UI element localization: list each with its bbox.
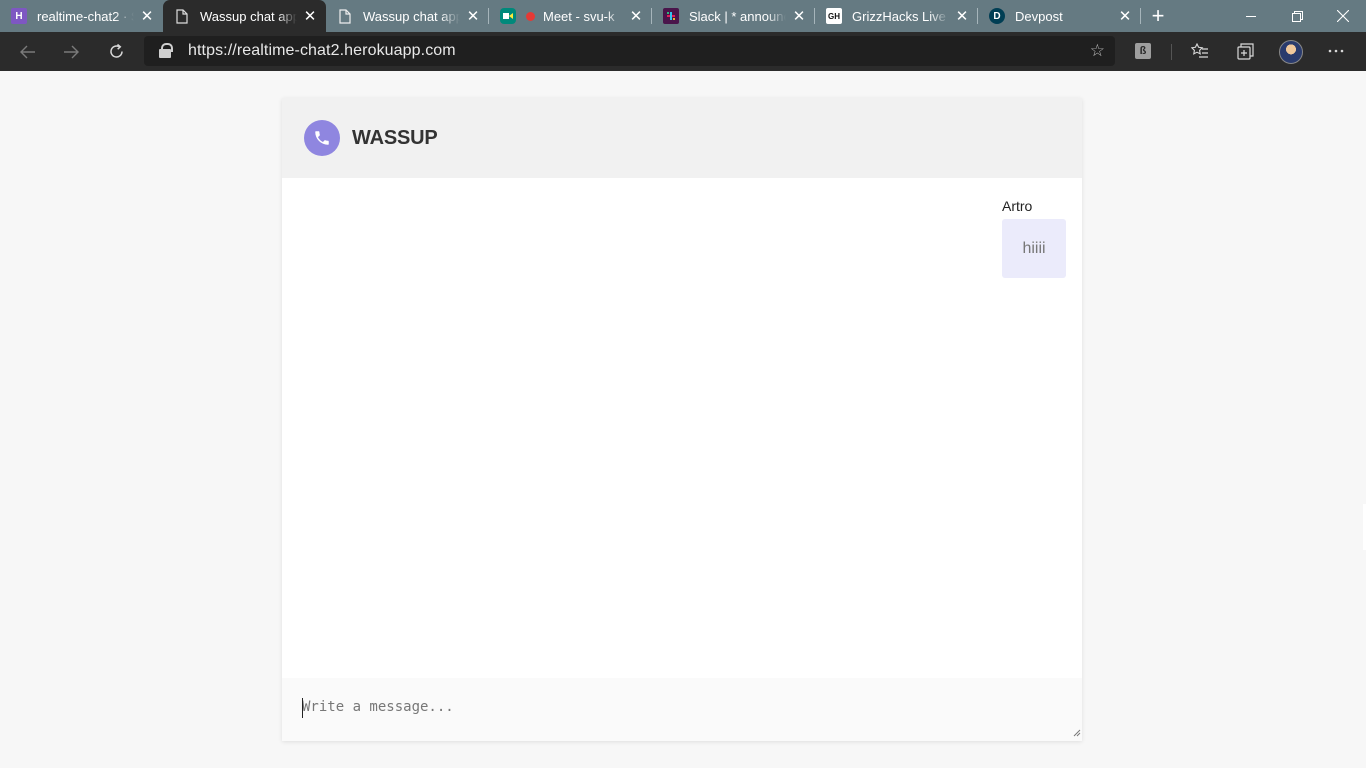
tab-title: Devpost	[1015, 8, 1063, 24]
address-bar[interactable]: https://realtime-chat2.herokuapp.com ☆	[144, 36, 1115, 66]
chat-window: WASSUP Artro hiiii	[282, 98, 1082, 741]
message-input[interactable]	[282, 678, 1082, 741]
message-item: Artro hiiii	[1002, 198, 1066, 278]
tab-title: Wassup chat app	[200, 8, 297, 24]
grizzhacks-icon: GH	[826, 8, 842, 24]
restore-icon[interactable]	[1274, 0, 1320, 32]
avatar	[1279, 40, 1303, 64]
close-window-icon[interactable]	[1320, 0, 1366, 32]
more-menu-icon[interactable]	[1325, 40, 1347, 62]
devpost-icon: D	[989, 8, 1005, 24]
back-icon[interactable]	[6, 32, 50, 71]
close-icon[interactable]: ✕	[786, 3, 812, 29]
close-icon[interactable]: ✕	[1112, 3, 1138, 29]
tab-title: Meet - svu-k	[543, 8, 615, 24]
text-caret	[302, 698, 303, 718]
tab-title: Slack | * announce	[689, 8, 786, 24]
tab-wassup-chat-active[interactable]: Wassup chat app ✕	[163, 0, 326, 32]
message-author: Artro	[1002, 198, 1033, 214]
lock-icon[interactable]	[158, 43, 174, 59]
close-icon[interactable]: ✕	[460, 3, 486, 29]
forward-icon[interactable]	[49, 32, 93, 71]
close-icon[interactable]: ✕	[134, 3, 160, 29]
message-list: Artro hiiii	[282, 178, 1082, 678]
tab-strip: H realtime-chat2 · Se ✕ Wassup chat app …	[0, 0, 1366, 32]
meet-icon	[500, 8, 516, 24]
phone-icon	[304, 120, 340, 156]
tab-grizzhacks[interactable]: GH GrizzHacks Live ✕	[815, 0, 978, 32]
page-viewport: WASSUP Artro hiiii	[0, 71, 1366, 768]
tab-wassup-chat[interactable]: Wassup chat app ✕	[326, 0, 489, 32]
favorite-star-icon[interactable]: ☆	[1090, 41, 1105, 61]
close-icon[interactable]: ✕	[623, 3, 649, 29]
refresh-icon[interactable]	[94, 32, 138, 71]
profile-avatar[interactable]	[1278, 39, 1304, 65]
app-title: WASSUP	[352, 126, 438, 149]
page-icon	[337, 8, 353, 24]
chat-header: WASSUP	[282, 98, 1082, 178]
recording-icon	[526, 11, 535, 21]
slack-icon	[663, 8, 679, 24]
resize-grip-icon[interactable]	[1072, 728, 1081, 737]
collections-icon[interactable]	[1234, 40, 1256, 62]
tab-devpost[interactable]: D Devpost ✕	[978, 0, 1141, 32]
close-icon[interactable]: ✕	[949, 3, 975, 29]
tab-title: GrizzHacks Live	[852, 8, 946, 24]
window-controls	[1228, 0, 1366, 32]
browser-toolbar: https://realtime-chat2.herokuapp.com ☆ ß	[0, 32, 1366, 71]
page-icon	[174, 8, 190, 24]
message-bubble: hiiii	[1002, 219, 1066, 278]
new-tab-button[interactable]: +	[1141, 0, 1175, 32]
favorites-icon[interactable]	[1189, 40, 1211, 62]
extension-icon[interactable]: ß	[1132, 40, 1154, 62]
minimize-icon[interactable]	[1228, 0, 1274, 32]
tab-title: realtime-chat2 · Se	[37, 8, 134, 24]
heroku-icon: H	[11, 8, 27, 24]
close-icon[interactable]: ✕	[297, 3, 323, 29]
tab-realtime-chat2[interactable]: H realtime-chat2 · Se ✕	[0, 0, 163, 32]
tab-meet[interactable]: Meet - svu-k ✕	[489, 0, 652, 32]
message-composer	[282, 678, 1082, 741]
url-text[interactable]: https://realtime-chat2.herokuapp.com	[188, 42, 456, 60]
tab-title: Wassup chat app	[363, 8, 460, 24]
tab-slack[interactable]: Slack | * announce ✕	[652, 0, 815, 32]
